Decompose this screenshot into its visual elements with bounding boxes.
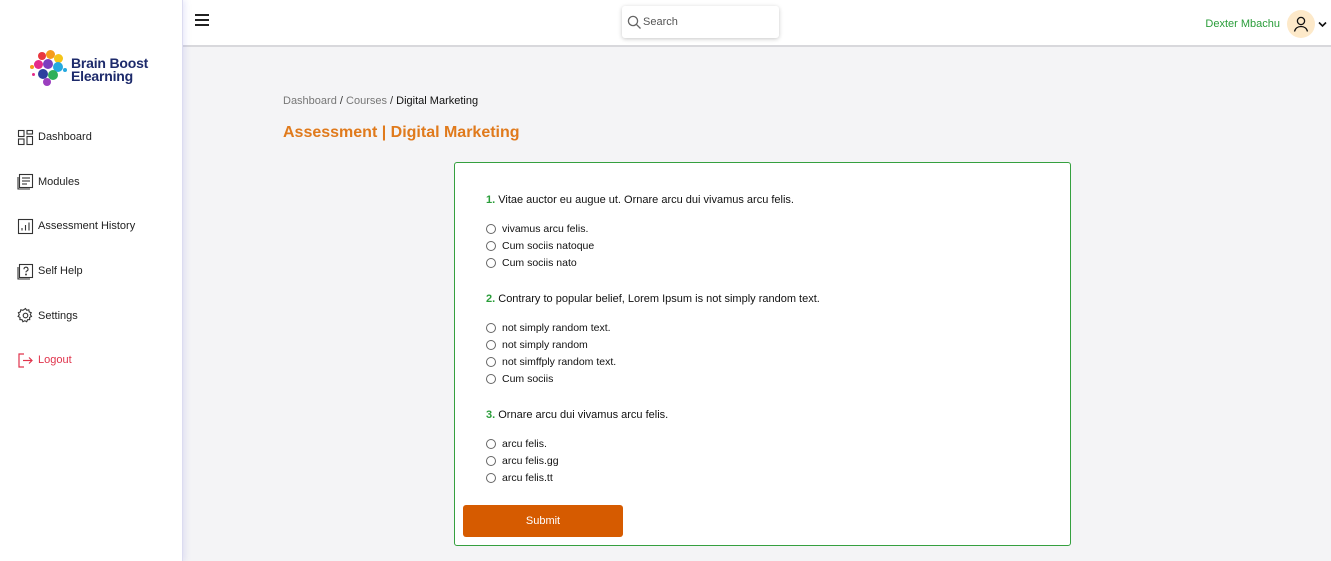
radio-button[interactable] xyxy=(486,323,496,333)
option-label: arcu felis.gg xyxy=(502,455,559,467)
search-input[interactable] xyxy=(643,16,763,28)
dashboard-grid-icon xyxy=(17,129,34,145)
search-box[interactable] xyxy=(622,6,779,38)
radio-button[interactable] xyxy=(486,374,496,384)
chevron-down-icon[interactable] xyxy=(1317,19,1328,30)
help-icon xyxy=(17,263,34,280)
modules-icon xyxy=(17,174,34,190)
question-1-option-1[interactable]: vivamus arcu felis. xyxy=(486,223,588,235)
question-2: 2. Contrary to popular belief, Lorem Ips… xyxy=(486,293,820,305)
radio-button[interactable] xyxy=(486,258,496,268)
breadcrumb-current: Digital Marketing xyxy=(396,95,479,107)
menu-icon[interactable] xyxy=(195,14,209,26)
breadcrumb-separator: / xyxy=(339,95,343,107)
option-label: arcu felis. xyxy=(502,438,547,450)
option-label: vivamus arcu felis. xyxy=(502,223,589,235)
question-text: Contrary to popular belief, Lorem Ipsum … xyxy=(498,293,820,305)
radio-button[interactable] xyxy=(486,357,496,367)
option-label: not simply random text. xyxy=(502,322,611,334)
sidebar-nav: Dashboard Modules Assessment History Sel… xyxy=(17,126,135,394)
breadcrumb: Dashboard / Courses / Digital Marketing xyxy=(283,95,478,107)
sidebar-item-label: Assessment History xyxy=(38,220,136,233)
sidebar-item-settings[interactable]: Settings xyxy=(17,305,135,327)
option-label: not simply random xyxy=(502,339,588,351)
option-label: not simffply random text. xyxy=(502,356,617,368)
question-text: Ornare arcu dui vivamus arcu felis. xyxy=(498,409,669,421)
question-2-option-2[interactable]: not simply random xyxy=(486,339,588,351)
question-3-option-2[interactable]: arcu felis.gg xyxy=(486,455,559,467)
question-3-option-1[interactable]: arcu felis. xyxy=(486,438,547,450)
radio-button[interactable] xyxy=(486,473,496,483)
gear-icon xyxy=(17,307,33,323)
sidebar-item-label: Logout xyxy=(38,354,72,367)
sidebar-item-label: Self Help xyxy=(38,265,83,278)
option-label: Cum sociis xyxy=(502,373,554,385)
radio-button[interactable] xyxy=(486,340,496,350)
radio-button[interactable] xyxy=(486,439,496,449)
question-2-option-3[interactable]: not simffply random text. xyxy=(486,356,616,368)
search-icon xyxy=(627,15,641,29)
sidebar-item-modules[interactable]: Modules xyxy=(17,171,135,193)
logout-icon xyxy=(18,353,33,368)
brand-name: Brain Boost Elearning xyxy=(71,56,148,84)
question-number: 1. xyxy=(486,194,496,206)
chart-icon xyxy=(17,218,34,234)
radio-button[interactable] xyxy=(486,456,496,466)
top-bar: Dexter Mbachu xyxy=(183,0,1331,47)
avatar[interactable] xyxy=(1287,10,1315,38)
option-label: arcu felis.tt xyxy=(502,472,553,484)
question-1-option-2[interactable]: Cum sociis natoque xyxy=(486,240,594,252)
question-1: 1. Vitae auctor eu augue ut. Ornare arcu… xyxy=(486,194,794,206)
question-3: 3. Ornare arcu dui vivamus arcu felis. xyxy=(486,409,668,421)
breadcrumb-dashboard[interactable]: Dashboard xyxy=(283,95,337,107)
user-icon xyxy=(1293,16,1309,32)
question-number: 3. xyxy=(486,409,496,421)
brand-line2: Elearning xyxy=(71,68,133,84)
brand-logo[interactable]: Brain Boost Elearning xyxy=(30,48,148,92)
radio-button[interactable] xyxy=(486,224,496,234)
breadcrumb-separator: / xyxy=(390,95,394,107)
sidebar: Brain Boost Elearning Dashboard Modules … xyxy=(0,0,183,561)
sidebar-item-logout[interactable]: Logout xyxy=(17,349,135,371)
option-label: Cum sociis nato xyxy=(502,257,577,269)
sidebar-item-assessment-history[interactable]: Assessment History xyxy=(17,215,135,237)
user-menu[interactable]: Dexter Mbachu xyxy=(1205,10,1328,38)
brain-logo-icon xyxy=(30,48,70,92)
question-2-option-1[interactable]: not simply random text. xyxy=(486,322,611,334)
question-1-option-3[interactable]: Cum sociis nato xyxy=(486,257,577,269)
sidebar-item-label: Settings xyxy=(38,309,78,322)
radio-button[interactable] xyxy=(486,241,496,251)
sidebar-item-label: Dashboard xyxy=(38,131,92,143)
sidebar-item-self-help[interactable]: Self Help xyxy=(17,260,135,282)
submit-button[interactable]: Submit xyxy=(463,505,623,537)
page-title: Assessment | Digital Marketing xyxy=(283,124,520,141)
user-name: Dexter Mbachu xyxy=(1205,18,1280,30)
sidebar-item-label: Modules xyxy=(38,175,80,188)
breadcrumb-courses[interactable]: Courses xyxy=(346,95,387,107)
sidebar-item-dashboard[interactable]: Dashboard xyxy=(17,126,135,148)
assessment-card: 1. Vitae auctor eu augue ut. Ornare arcu… xyxy=(454,162,1071,546)
question-number: 2. xyxy=(486,293,496,305)
option-label: Cum sociis natoque xyxy=(502,240,595,252)
question-text: Vitae auctor eu augue ut. Ornare arcu du… xyxy=(498,194,794,206)
question-2-option-4[interactable]: Cum sociis xyxy=(486,373,553,385)
question-3-option-3[interactable]: arcu felis.tt xyxy=(486,472,553,484)
